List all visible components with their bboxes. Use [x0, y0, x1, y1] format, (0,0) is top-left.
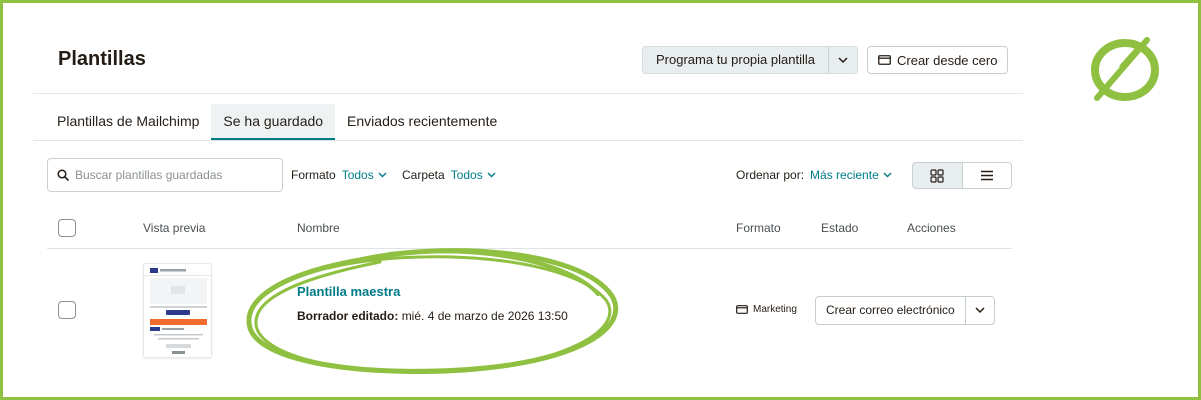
select-all-checkbox[interactable]	[58, 219, 76, 237]
tabs-divider	[33, 140, 1023, 141]
grid-icon	[930, 168, 944, 183]
search-box	[47, 158, 283, 192]
tab-saved[interactable]: Se ha guardado	[211, 104, 336, 140]
sort-dropdown[interactable]: Más reciente	[810, 168, 892, 182]
chevron-down-icon	[975, 307, 985, 314]
chevron-down-icon	[487, 172, 496, 178]
tab-recently-sent[interactable]: Enviados recientemente	[335, 104, 509, 140]
grid-view-button[interactable]	[913, 163, 962, 188]
list-icon	[980, 170, 993, 181]
folder-filter-dropdown[interactable]: Todos	[451, 168, 496, 182]
create-email-button[interactable]: Crear correo electrónico	[816, 297, 966, 324]
column-header-format: Formato	[736, 221, 781, 235]
format-filter-dropdown[interactable]: Todos	[342, 168, 387, 182]
folder-filter-label: Carpeta	[402, 168, 445, 182]
sort-label: Ordenar por:	[736, 168, 805, 182]
template-tabs: Plantillas de Mailchimp Se ha guardado E…	[45, 104, 509, 140]
format-cell: Marketing	[736, 304, 797, 315]
search-input[interactable]	[75, 168, 275, 182]
row-checkbox[interactable]	[58, 301, 76, 319]
format-value: Marketing	[753, 304, 797, 315]
folder-filter-value: Todos	[450, 168, 483, 182]
tab-mailchimp-templates[interactable]: Plantillas de Mailchimp	[45, 104, 211, 140]
column-header-preview: Vista previa	[143, 221, 206, 235]
template-edited-info: Borrador editado: mié. 4 de marzo de 202…	[297, 309, 568, 323]
view-toggle	[912, 162, 1012, 189]
create-from-scratch-button[interactable]: Crear desde cero	[867, 46, 1009, 74]
row-action-split-button: Crear correo electrónico	[815, 296, 995, 325]
edited-label: Borrador editado:	[297, 309, 399, 323]
column-header-status: Estado	[821, 221, 859, 235]
chevron-down-icon	[883, 172, 892, 178]
program-template-dropdown[interactable]	[829, 47, 857, 73]
edited-date: mié. 4 de marzo de 2026 13:50	[401, 309, 568, 323]
program-template-button[interactable]: Programa tu propia plantilla	[643, 47, 829, 73]
create-from-scratch-label: Crear desde cero	[897, 52, 998, 68]
header-divider	[33, 93, 1023, 94]
column-header-actions: Acciones	[907, 221, 956, 235]
template-preview-image	[144, 264, 211, 357]
search-icon	[57, 169, 69, 181]
sort-value: Más reciente	[810, 168, 879, 182]
chevron-down-icon	[838, 56, 848, 63]
folder-filter: Carpeta Todos	[402, 168, 496, 182]
envelope-icon	[878, 55, 891, 65]
row-action-dropdown[interactable]	[966, 297, 994, 324]
table-header-divider	[47, 248, 1012, 249]
format-filter-value: Todos	[341, 168, 374, 182]
brand-logo-icon	[1091, 37, 1159, 101]
format-filter-label: Formato	[291, 168, 336, 182]
list-view-button[interactable]	[961, 163, 1011, 188]
format-filter: Formato Todos	[291, 168, 387, 182]
sort-control: Ordenar por: Más reciente	[736, 168, 892, 182]
program-template-split-button: Programa tu propia plantilla	[642, 46, 858, 74]
page-title: Plantillas	[58, 48, 146, 70]
template-preview-thumbnail[interactable]	[143, 263, 212, 358]
envelope-icon	[736, 305, 748, 314]
column-header-name: Nombre	[297, 221, 340, 235]
template-name-link[interactable]: Plantilla maestra	[297, 284, 400, 299]
chevron-down-icon	[378, 172, 387, 178]
